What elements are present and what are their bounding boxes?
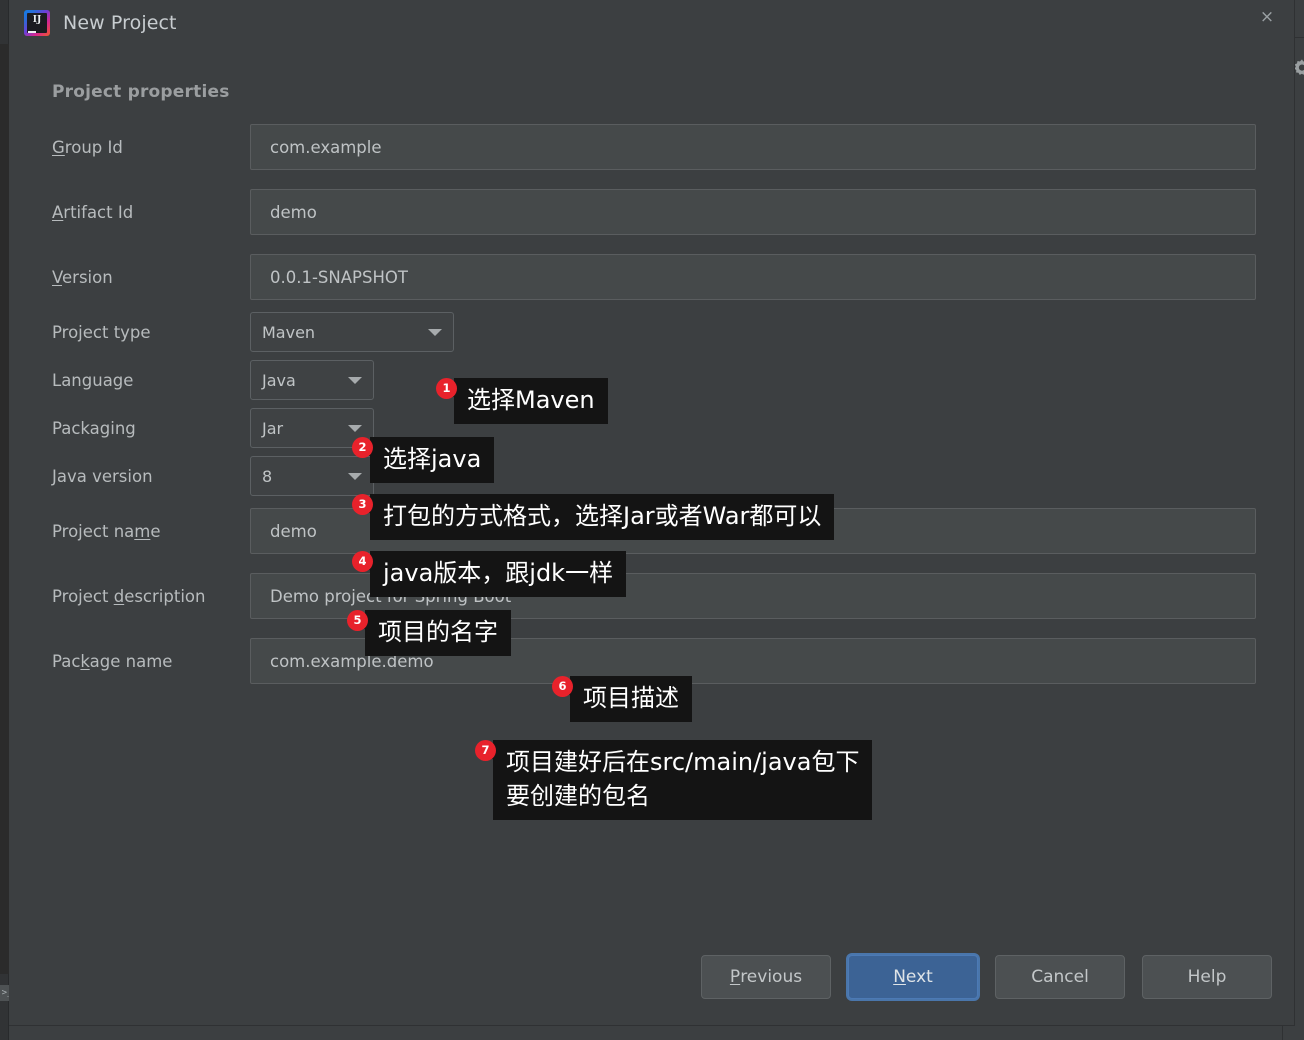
field-label: Java version — [52, 466, 153, 486]
field-label: Version — [52, 267, 113, 287]
field-label: Artifact Id — [52, 202, 134, 222]
annotation-text: 项目描述 — [563, 676, 692, 723]
text-input[interactable]: demo — [250, 189, 1256, 235]
field-label: Project type — [52, 322, 151, 342]
form-row: Java version 8 — [52, 456, 1272, 496]
field-label: Package name — [52, 651, 173, 671]
dropdown-select[interactable]: Maven — [250, 312, 454, 352]
text-input[interactable]: 0.0.1-SNAPSHOT — [250, 254, 1256, 300]
annotation-badge: 1 — [436, 378, 457, 399]
form-row: Project type Maven — [52, 312, 1272, 352]
annotation-callout: 3 打包的方式格式，选择Jar或者War都可以 — [352, 494, 835, 541]
dialog-footer: Previous Next Cancel Help — [9, 929, 1294, 1025]
dropdown-value: Java — [262, 370, 296, 390]
dialog-body: Project properties Group Id com.example Ar… — [9, 46, 1294, 929]
form-row: Language Java — [52, 360, 1272, 400]
dialog-titlebar: IJ New Project × — [9, 0, 1294, 46]
form-row: Version 0.0.1-SNAPSHOT — [52, 254, 1272, 300]
dropdown-value: Jar — [262, 418, 284, 438]
annotation-text: java版本，跟jdk一样 — [362, 551, 627, 598]
intellij-logo-icon: IJ — [24, 10, 50, 36]
annotation-badge: 6 — [552, 676, 573, 697]
annotation-callout: 5 项目的名字 — [347, 610, 511, 657]
form-row: Project descriptionDemo project for Spri… — [52, 573, 1272, 619]
section-heading: Project properties — [52, 82, 230, 102]
cancel-button[interactable]: Cancel — [995, 955, 1125, 999]
dropdown-value: 8 — [262, 466, 273, 486]
annotation-text-line2: 要创建的包名 — [506, 782, 650, 811]
field-label: Group Id — [52, 137, 123, 157]
project-properties-form: Group Id com.example Artifact Id demo Versio… — [52, 124, 1272, 684]
form-row: Artifact Id demo — [52, 189, 1272, 235]
dialog-title: New Project — [63, 12, 177, 34]
input-value: demo — [270, 521, 317, 541]
annotation-badge: 7 — [475, 740, 496, 761]
intellij-logo-text: IJ — [27, 13, 47, 33]
input-value: com.example — [270, 137, 382, 157]
annotation-text: 项目建好后在src/main/java包下 要创建的包名 — [485, 740, 873, 821]
intellij-logo-underscore — [28, 31, 36, 33]
annotation-callout: 1 选择Maven — [436, 378, 608, 425]
close-icon[interactable]: × — [1254, 4, 1280, 30]
field-label: Project name — [52, 521, 161, 541]
annotation-badge: 3 — [352, 494, 373, 515]
field-label: Project description — [52, 586, 206, 606]
annotation-callout: 2 选择java — [352, 437, 495, 484]
form-row: Group Id com.example — [52, 124, 1272, 170]
input-value: demo — [270, 202, 317, 222]
annotation-text: 打包的方式格式，选择Jar或者War都可以 — [362, 494, 835, 541]
background-left-editor-gutter — [0, 44, 9, 974]
annotation-text: 选择Maven — [447, 378, 608, 425]
annotation-callout: 7 项目建好后在src/main/java包下 要创建的包名 — [475, 740, 873, 821]
annotation-callout: 6 项目描述 — [552, 676, 692, 723]
annotation-badge: 4 — [352, 551, 373, 572]
input-value: 0.0.1-SNAPSHOT — [270, 267, 408, 287]
form-row: Packaging Jar — [52, 408, 1272, 448]
annotation-badge: 5 — [347, 610, 368, 631]
annotation-badge: 2 — [352, 437, 373, 458]
text-input[interactable]: com.example — [250, 124, 1256, 170]
chevron-down-icon — [348, 424, 362, 432]
new-project-dialog: IJ New Project × Project properties Grou… — [9, 0, 1295, 1026]
annotation-text: 选择java — [362, 437, 495, 484]
field-label: Packaging — [52, 418, 136, 438]
chevron-down-icon — [428, 328, 442, 336]
previous-button[interactable]: Previous — [701, 955, 831, 999]
dropdown-value: Maven — [262, 322, 316, 342]
dropdown-select[interactable]: Java — [250, 360, 374, 400]
annotation-callout: 4 java版本，跟jdk一样 — [352, 551, 627, 598]
help-button[interactable]: Help — [1142, 955, 1272, 999]
next-button[interactable]: Next — [848, 955, 978, 999]
annotation-text: 项目的名字 — [358, 610, 511, 657]
field-label: Language — [52, 370, 134, 390]
chevron-down-icon — [348, 376, 362, 384]
